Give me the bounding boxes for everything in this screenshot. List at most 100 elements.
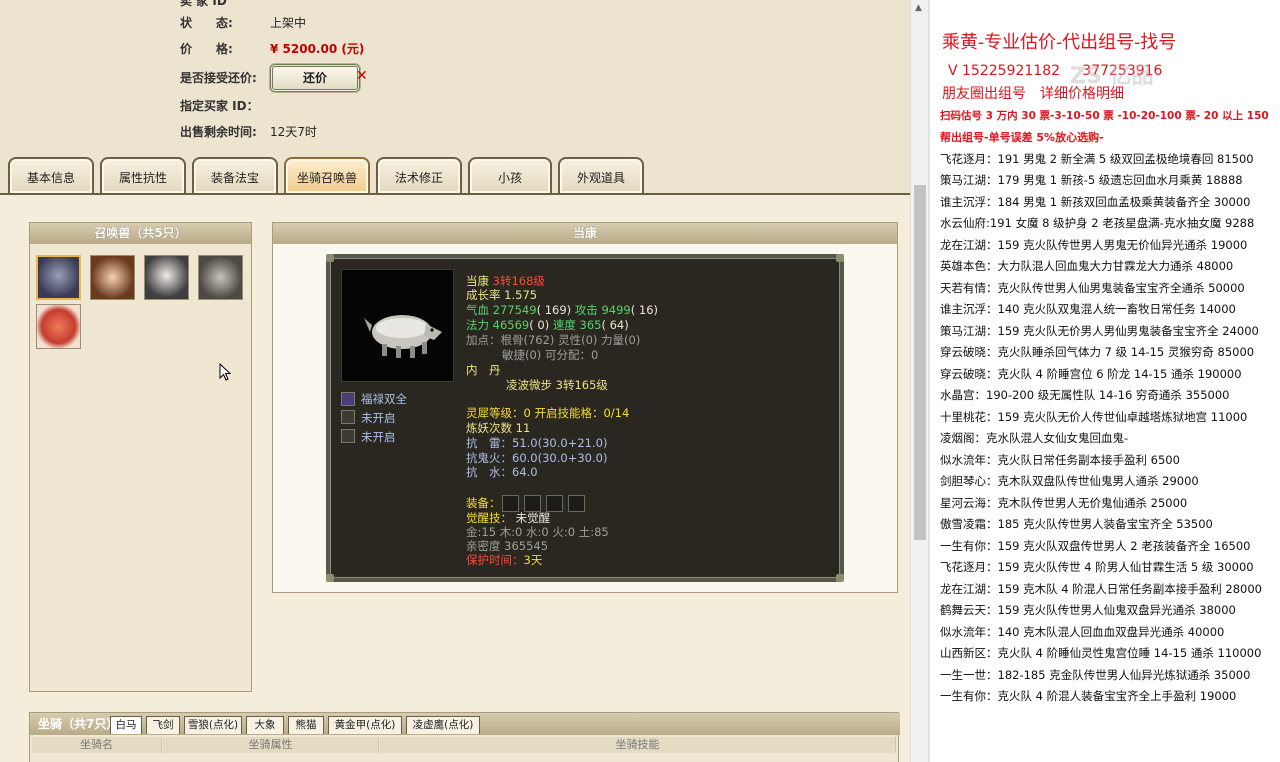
mouse-cursor-icon (219, 363, 231, 381)
list-item: 山西新区：克火队 4 阶睡仙灵性鬼宫位睡 14-15 通杀 110000 (940, 646, 1262, 660)
list-item: 一生有你：159 克火队双盘传世男人 2 老孩装备齐全 16500 (940, 539, 1251, 553)
tab-attributes[interactable]: 属性抗性 (100, 157, 186, 193)
resist-water: 抗 水：64.0 (466, 465, 538, 479)
scroll-thumb[interactable] (914, 185, 926, 540)
price-list-document: 乘黄-专业估价-代出组号-找号 V 15225921182 377253916 … (930, 0, 1280, 762)
list-item: 一生一世：182-185 克金队传世男人仙异光炼狱通杀 35000 (940, 668, 1251, 682)
mount-header: 坐骑（共7只） 白马 飞剑 雪狼(点化) 大象 熊猫 黄金甲(点化) 凌虚鹰(点… (30, 713, 900, 735)
remaining-value: 12天7时 (270, 125, 317, 139)
tab-equipment[interactable]: 装备法宝 (192, 157, 278, 193)
list-item: 傲雪凌霜：185 克火队传世男人装备宝宝齐全 53500 (940, 517, 1213, 531)
skill-fortune-icon[interactable] (341, 392, 355, 406)
counter-offer-button[interactable]: 还价 (270, 64, 360, 92)
skill-3-label: 未开启 (361, 430, 396, 444)
page-scrollbar[interactable]: ▲ (910, 0, 928, 762)
mount-tab-3[interactable]: 雪狼(点化) (184, 716, 242, 734)
resist-ghostfire: 抗鬼火：60.0(30.0+30.0) (466, 451, 608, 465)
list-item: 飞花逐月：159 克火队传世 4 阶男人仙甘霖生活 5 级 30000 (940, 560, 1254, 574)
list-item: 水晶宫：190-200 级无属性队 14-16 穷奇通杀 355000 (940, 388, 1230, 402)
list-item: 十里桃花：159 克火队无价人传世仙卓越塔炼狱地宫 11000 (940, 410, 1248, 424)
mp-spd-line: 法力 46569( 0) 速度 365( 64) (466, 318, 629, 332)
list-item: 一生有你：克火队 4 阶混人装备宝宝齐全上手盈利 19000 (940, 689, 1237, 703)
tab-bar: 基本信息 属性抗性 装备法宝 坐骑召唤兽 法术修正 小孩 外观道具 (6, 157, 910, 193)
list-item: 飞花逐月：191 男鬼 2 新全满 5 级双回孟极绝境春回 81500 (940, 152, 1254, 166)
trade-page: 卖 家 ID 状 态: 上架中 价 格: ¥ 5200.00 (元) 是否接受还价:… (0, 0, 910, 762)
awaken-line: 觉醒技： 未觉醒 (466, 511, 551, 525)
mount-tab-4[interactable]: 大象 (246, 716, 284, 734)
tab-mounts-summons[interactable]: 坐骑召唤兽 (284, 157, 370, 193)
boar-icon (364, 315, 442, 358)
list-item: 似水流年：克火队日常任务副本接手盈利 6500 (940, 453, 1180, 467)
list-item: 剑胆琴心：克木队双盘队传世仙鬼男人通杀 29000 (940, 474, 1199, 488)
remaining-row: 出售剩余时间: 12天7时 (180, 125, 317, 139)
lingxi-line: 灵犀等级：0 开启技能格：0/14 (466, 406, 630, 420)
status-value: 上架中 (270, 16, 307, 30)
detail-title: 当康 (273, 223, 897, 244)
list-item: 鹤舞云天：159 克火队传世男人仙鬼双盘异光通杀 38000 (940, 603, 1236, 617)
list-item: 策马江湖：179 男鬼 1 新孩-5 级遗忘回血水月乘黄 18888 (940, 173, 1243, 187)
summon-name-line: 当康 3转168级 (466, 274, 545, 288)
status-row: 状 态: 上架中 (180, 16, 307, 30)
mount-tab-6[interactable]: 黄金甲(点化) (328, 716, 402, 734)
protect-line: 保护时间：3天 (466, 553, 543, 567)
growth-rate: 成长率 1.575 (466, 288, 538, 302)
equip-slot-4[interactable] (568, 495, 585, 512)
mount-panel: 坐骑（共7只） 白马 飞剑 雪狼(点化) 大象 熊猫 黄金甲(点化) 凌虚鹰(点… (29, 712, 900, 762)
corner-ornament (326, 254, 334, 262)
tab-basic-info[interactable]: 基本信息 (8, 157, 94, 193)
skill-1-label: 福禄双全 (361, 392, 407, 406)
summon-list-panel: 召唤兽（共5只） (29, 222, 252, 692)
corner-ornament (836, 574, 844, 582)
locked-skill-icon (341, 410, 355, 424)
lianyao-count: 炼妖次数 11 (466, 421, 531, 435)
skill-2-label: 未开启 (361, 411, 396, 425)
corner-ornament (326, 574, 334, 582)
tab-children[interactable]: 小孩 (468, 157, 552, 193)
resist-thunder: 抗 雷：51.0(30.0+21.0) (466, 436, 608, 450)
locked-skill-icon (341, 429, 355, 443)
col-mount-name: 坐骑名 (32, 737, 162, 753)
tab-spell-mod[interactable]: 法术修正 (376, 157, 462, 193)
list-item: 谁主沉浮：140 克火队双鬼混人统一畜牧日常任务 14000 (940, 302, 1236, 316)
summon-avatar-3[interactable] (144, 255, 189, 300)
equip-slot-1[interactable] (502, 495, 519, 512)
hp-atk-line: 气血 277549( 169) 攻击 9499( 16) (466, 303, 659, 317)
equip-slot-2[interactable] (524, 495, 541, 512)
summon-avatar-2[interactable] (90, 255, 135, 300)
list-item: 英雄本色：大力队混人回血鬼大力甘霖龙大力通杀 48000 (940, 259, 1234, 273)
list-item: 穿云破晓：克火队 4 阶睡宫位 6 阶龙 14-15 通杀 190000 (940, 367, 1242, 381)
list-item: 星河云海：克木队传世男人无价鬼仙通杀 25000 (940, 496, 1188, 510)
service-line: 帮出组号-单号误差 5%放心选购- (940, 131, 1104, 144)
screen: 卖 家 ID 状 态: 上架中 价 格: ¥ 5200.00 (元) 是否接受还价:… (0, 0, 1280, 762)
summon-list-title: 召唤兽（共5只） (30, 223, 251, 244)
mount-tab-7[interactable]: 凌虚鹰(点化) (406, 716, 480, 734)
scroll-up-arrow-icon[interactable]: ▲ (915, 3, 922, 13)
neidan-label: 内 丹 (466, 363, 501, 377)
tab-appearance[interactable]: 外观道具 (558, 157, 644, 193)
equip-label: 装备： (466, 496, 501, 510)
equip-slot-3[interactable] (546, 495, 563, 512)
summon-avatar-4[interactable] (198, 255, 243, 300)
mount-tab-1[interactable]: 白马 (110, 716, 142, 734)
list-item: 凌烟阁：克水队混人女仙女鬼回血鬼- (940, 431, 1129, 445)
list-item: 穿云破晓：克火队睡杀回气体力 7 级 14-15 灵猴穷奇 85000 (940, 345, 1255, 359)
cross-icon: ✕ (356, 68, 368, 84)
summon-avatar-5[interactable] (36, 304, 81, 349)
mount-tab-2[interactable]: 飞剑 (146, 716, 180, 734)
offer-row: 是否接受还价: (180, 71, 257, 85)
mount-title: 坐骑（共7只） (38, 717, 119, 731)
list-item: 水云仙府:191 女魔 8 级护身 2 老孩星盘满-克水抽女魔 9288 (940, 216, 1255, 230)
bonus-points-line2: 敏捷(0) 可分配：0 (502, 348, 599, 362)
doc-subtitle: 朋友圈出组号 详细价格明细 (942, 86, 1124, 102)
intimacy-line: 亲密度 365545 (466, 539, 549, 553)
pricing-line: 扫码估号 3 万内 30 票-3-10-50 票 -10-20-100 票- 2… (940, 110, 1269, 122)
elements-line: 金:15 木:0 水:0 火:0 土:85 (466, 525, 609, 539)
col-mount-attr: 坐骑属性 (163, 737, 379, 753)
list-item: 似水流年：140 克木队混人回血血双盘异光通杀 40000 (940, 625, 1225, 639)
bonus-points-line1: 加点：根骨(762) 灵性(0) 力量(0) (466, 333, 641, 347)
seller-id-row: 卖 家 ID (180, 0, 227, 8)
price-value: ¥ 5200.00 (元) (270, 42, 365, 56)
summon-avatar-1[interactable] (36, 255, 81, 300)
corner-ornament (836, 254, 844, 262)
mount-tab-5[interactable]: 熊猫 (288, 716, 324, 734)
